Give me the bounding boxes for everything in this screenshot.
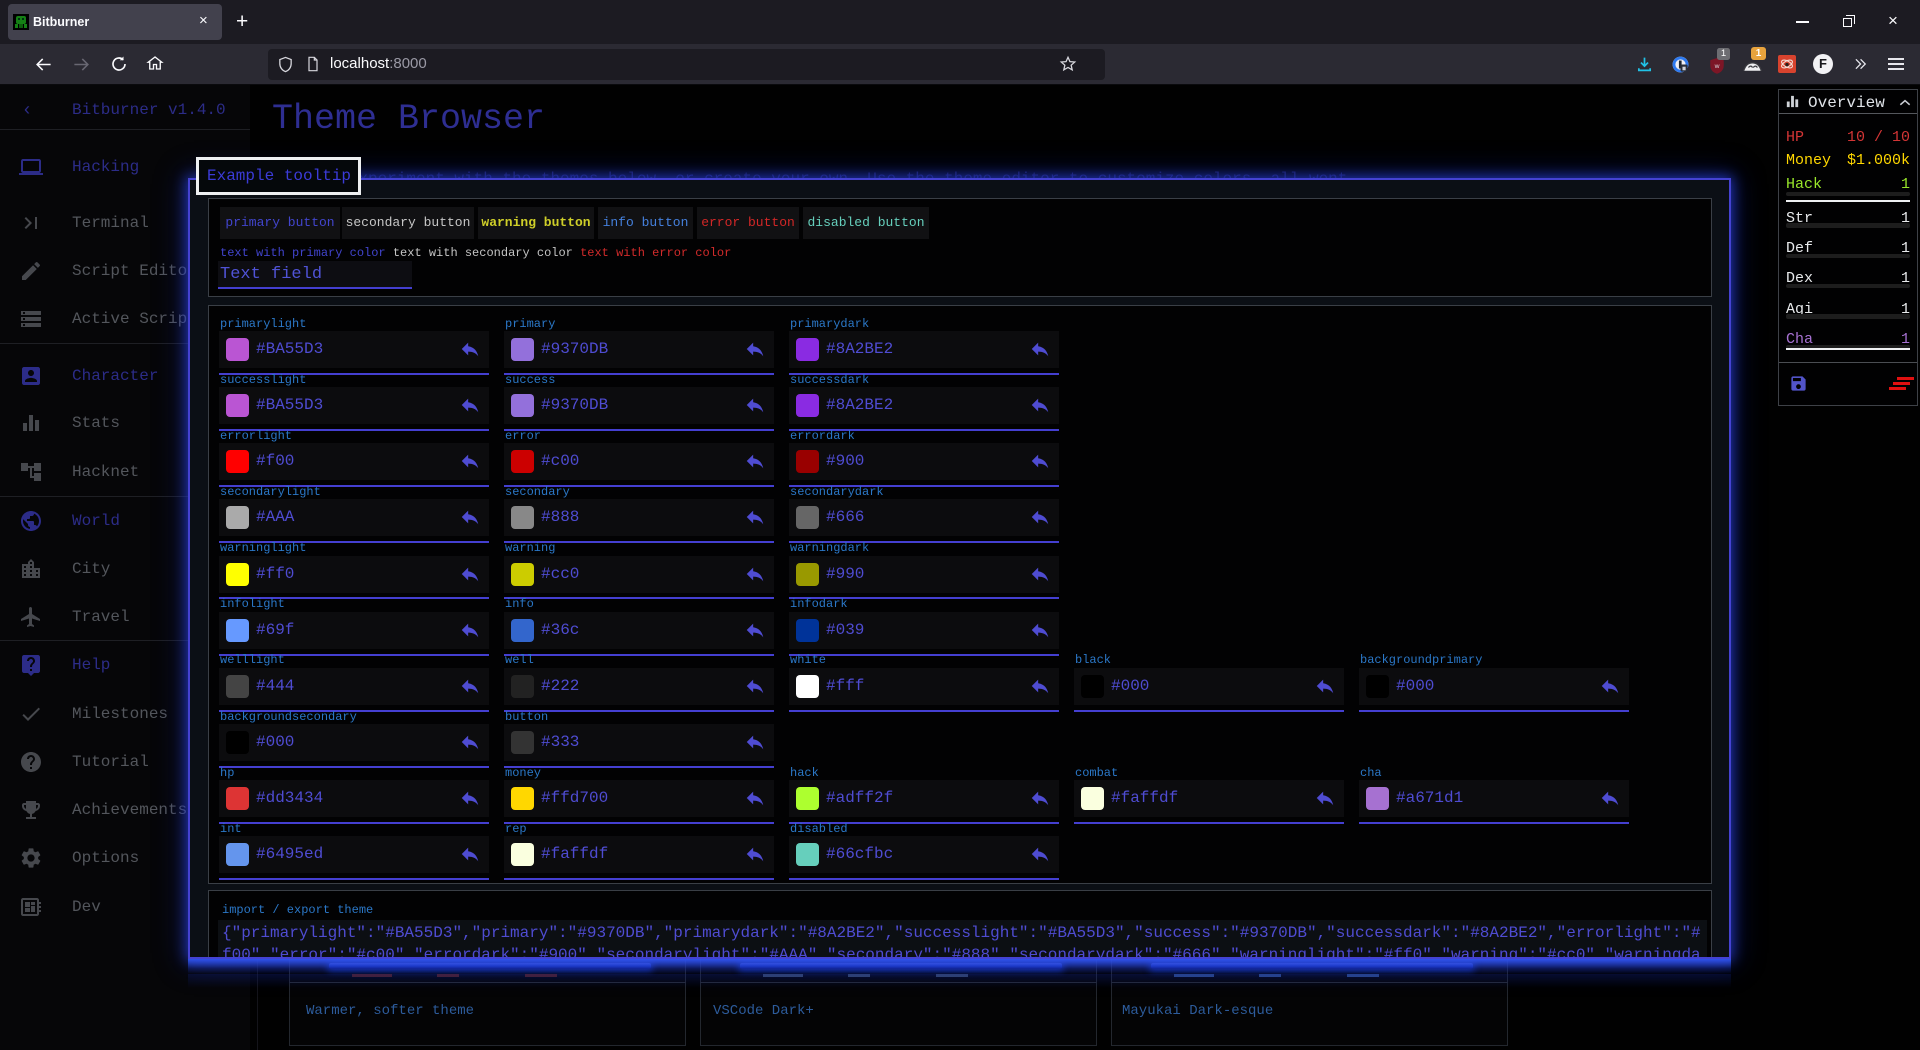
svg-text:w: w <box>1714 63 1720 70</box>
